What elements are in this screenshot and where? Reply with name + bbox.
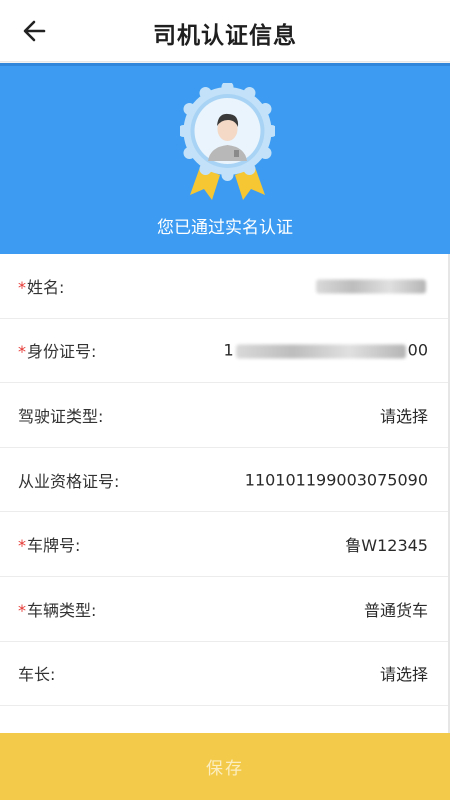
verified-status-text: 您已通过实名认证 bbox=[157, 218, 293, 238]
form-row-vehicle-length[interactable]: 车长: 请选择 bbox=[0, 642, 450, 707]
vehicle-type-select[interactable]: 普通货车 bbox=[364, 597, 428, 621]
name-value-masked bbox=[314, 276, 428, 295]
page-title: 司机认证信息 bbox=[153, 23, 297, 49]
driver-info-form: *姓名: *身份证号: 1 00 驾驶证类型: 请选择 从业资格证号: 11010… bbox=[0, 254, 450, 734]
name-label: *姓名: bbox=[18, 277, 65, 297]
required-mark: * bbox=[18, 536, 26, 556]
id-number-label: *身份证号: bbox=[18, 342, 97, 362]
required-mark: * bbox=[18, 342, 26, 362]
required-mark: * bbox=[18, 600, 26, 620]
vehicle-length-label: 车长: bbox=[18, 665, 56, 685]
license-type-select[interactable]: 请选择 bbox=[380, 403, 428, 427]
form-row-plate-number[interactable]: *车牌号: 鲁W12345 bbox=[0, 512, 450, 577]
plate-number-value[interactable]: 鲁W12345 bbox=[345, 532, 428, 556]
form-row-next-partial bbox=[0, 706, 450, 734]
required-mark: * bbox=[18, 277, 26, 297]
id-number-value-masked: 1 00 bbox=[223, 340, 428, 360]
verified-avatar-badge-icon bbox=[180, 83, 275, 200]
save-button[interactable]: 保存 bbox=[0, 733, 450, 800]
form-row-name[interactable]: *姓名: bbox=[0, 254, 450, 319]
top-navigation-bar: 司机认证信息 bbox=[0, 0, 450, 62]
qualification-number-label: 从业资格证号: bbox=[18, 471, 120, 491]
vehicle-type-label: *车辆类型: bbox=[18, 600, 97, 620]
verification-banner: 您已通过实名认证 bbox=[0, 63, 450, 254]
form-row-license-type[interactable]: 驾驶证类型: 请选择 bbox=[0, 383, 450, 448]
license-type-label: 驾驶证类型: bbox=[18, 406, 104, 426]
qualification-number-value[interactable]: 110101199003075090 bbox=[245, 470, 428, 489]
form-row-qualification-number[interactable]: 从业资格证号: 110101199003075090 bbox=[0, 448, 450, 513]
form-row-vehicle-type[interactable]: *车辆类型: 普通货车 bbox=[0, 577, 450, 642]
vehicle-length-select[interactable]: 请选择 bbox=[380, 661, 428, 685]
plate-number-label: *车牌号: bbox=[18, 536, 81, 556]
form-row-id-number[interactable]: *身份证号: 1 00 bbox=[0, 319, 450, 384]
